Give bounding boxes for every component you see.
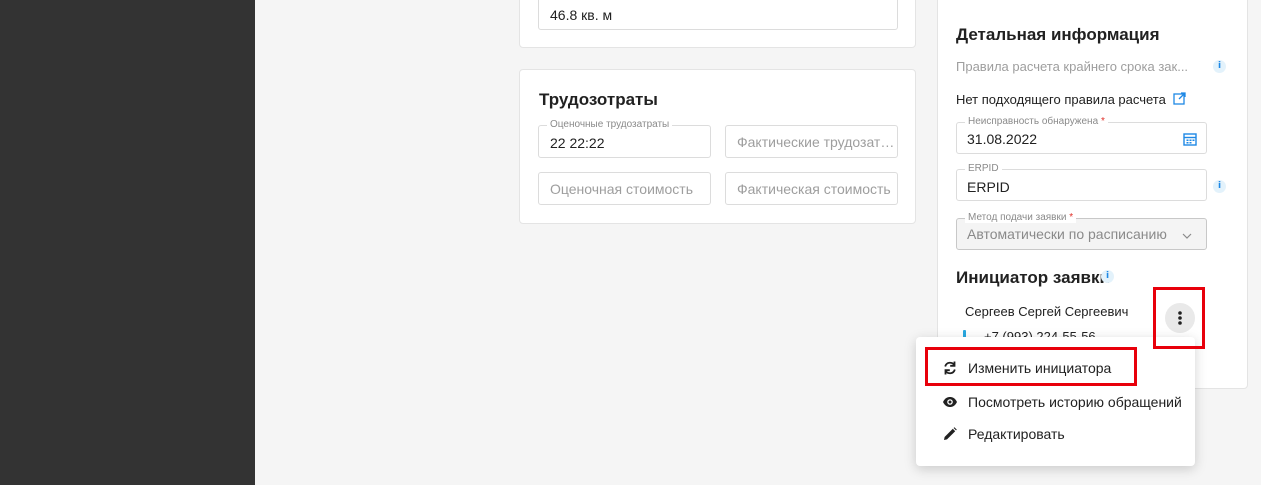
required-mark: * bbox=[1100, 116, 1105, 127]
deadline-rules-info-icon[interactable]: i bbox=[1213, 60, 1226, 73]
menu-item-label: Редактировать bbox=[968, 426, 1065, 442]
details-title: Детальная информация bbox=[956, 25, 1160, 44]
estimated-cost-placeholder: Оценочная стоимость bbox=[550, 181, 694, 197]
area-field[interactable]: 46.8 кв. м bbox=[538, 0, 898, 30]
initiator-name: Сергеев Сергей Сергеевич bbox=[965, 304, 1129, 319]
initiator-title: Инициатор заявки bbox=[956, 268, 1110, 287]
actual-labor-field[interactable]: Фактические трудозатр... bbox=[725, 125, 898, 158]
actual-cost-placeholder: Фактическая стоимость bbox=[737, 181, 891, 197]
submit-method-value: Автоматически по расписанию bbox=[967, 226, 1167, 242]
erpid-label: ERPID bbox=[965, 163, 1002, 174]
calendar-icon[interactable] bbox=[1183, 132, 1197, 146]
area-card: 46.8 кв. м bbox=[519, 0, 916, 48]
estimated-labor-value: 22 22:22 bbox=[550, 135, 605, 151]
estimated-labor-field[interactable]: Оценочные трудозатраты 22 22:22 bbox=[538, 119, 711, 158]
actual-cost-field[interactable]: Фактическая стоимость bbox=[725, 172, 898, 205]
erpid-value: ERPID bbox=[967, 179, 1010, 195]
area-value: 46.8 кв. м bbox=[550, 7, 613, 23]
estimated-cost-field[interactable]: Оценочная стоимость bbox=[538, 172, 711, 205]
fault-found-label: Неисправность обнаружена * bbox=[965, 116, 1108, 127]
highlight-more-button bbox=[1153, 287, 1205, 349]
labor-title: Трудозотраты bbox=[539, 90, 658, 109]
required-mark: * bbox=[1069, 212, 1074, 223]
fault-found-value: 31.08.2022 bbox=[967, 131, 1038, 147]
pencil-icon bbox=[944, 427, 957, 440]
menu-item-label: Посмотреть историю обращений bbox=[968, 394, 1182, 410]
external-link-icon bbox=[1173, 92, 1186, 105]
actual-labor-placeholder: Фактические трудозатр... bbox=[737, 134, 895, 150]
no-rule-link[interactable]: Нет подходящего правила расчета bbox=[956, 91, 1186, 109]
erpid-info-icon[interactable]: i bbox=[1213, 180, 1226, 193]
submit-method-select[interactable]: Метод подачи заявки * Автоматически по р… bbox=[956, 212, 1207, 250]
submit-method-label: Метод подачи заявки * bbox=[965, 212, 1077, 223]
fault-found-date-field[interactable]: Неисправность обнаружена * 31.08.2022 bbox=[956, 116, 1207, 154]
initiator-info-icon[interactable]: i bbox=[1101, 270, 1114, 283]
menu-item-edit[interactable]: Редактировать bbox=[916, 419, 1195, 449]
estimated-labor-label: Оценочные трудозатраты bbox=[547, 119, 673, 130]
menu-item-view-history[interactable]: Посмотреть историю обращений bbox=[916, 387, 1195, 417]
no-rule-link-label: Нет подходящего правила расчета bbox=[956, 92, 1166, 107]
erpid-field[interactable]: ERPID ERPID bbox=[956, 163, 1207, 201]
highlight-change-initiator bbox=[925, 347, 1137, 386]
labor-card: Трудозотраты Оценочные трудозатраты 22 2… bbox=[519, 69, 916, 224]
left-sidebar bbox=[0, 0, 255, 485]
chevron-down-icon bbox=[1182, 233, 1192, 239]
deadline-rules-text: Правила расчета крайнего срока зак... bbox=[956, 59, 1189, 74]
eye-icon bbox=[943, 397, 957, 407]
